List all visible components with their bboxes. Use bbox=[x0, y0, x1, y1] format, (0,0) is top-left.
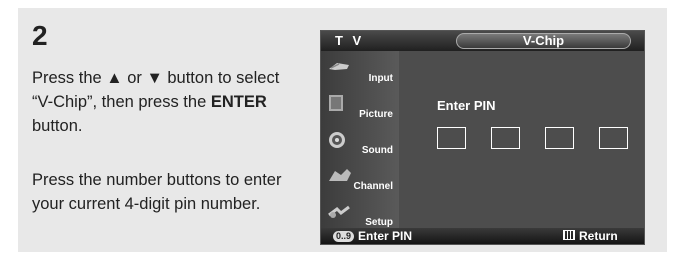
pin-digit-box[interactable] bbox=[545, 127, 574, 149]
menu-button-icon bbox=[563, 230, 575, 240]
footer-enter-pin: 0..9 Enter PIN bbox=[333, 229, 412, 243]
sidebar-item-picture[interactable]: Picture bbox=[321, 89, 399, 123]
enter-button-label: ENTER bbox=[210, 93, 267, 111]
osd-header: T V V-Chip bbox=[321, 31, 644, 51]
sidebar-item-setup[interactable]: Setup bbox=[321, 197, 399, 231]
sidebar-item-label: Setup bbox=[365, 217, 393, 228]
instruction-panel: 2 Press the ▲ or ▼ button to select “V-C… bbox=[18, 8, 667, 252]
sidebar-item-label: Input bbox=[368, 73, 393, 84]
sidebar-item-label: Channel bbox=[353, 181, 393, 192]
number-buttons-icon: 0..9 bbox=[333, 231, 355, 242]
instruction-enter-pin: Press the number buttons to enter your c… bbox=[32, 171, 282, 213]
osd-footer: 0..9 Enter PIN Return bbox=[321, 228, 644, 244]
pin-digit-box[interactable] bbox=[437, 127, 466, 149]
step-number: 2 bbox=[32, 20, 48, 51]
footer-return: Return bbox=[563, 229, 618, 243]
sidebar-item-label: Picture bbox=[359, 109, 393, 120]
pin-label: Enter PIN bbox=[437, 98, 496, 113]
footer-return-label: Return bbox=[579, 229, 618, 243]
tv-label: T V bbox=[335, 33, 365, 48]
pin-digit-box[interactable] bbox=[491, 127, 520, 149]
instruction-text-end: button. bbox=[32, 117, 83, 135]
menu-title: V-Chip bbox=[456, 33, 631, 49]
sound-icon bbox=[329, 132, 345, 148]
pin-digit-box[interactable] bbox=[599, 127, 628, 149]
footer-enter-pin-label: Enter PIN bbox=[358, 229, 413, 243]
osd-content: Enter PIN bbox=[399, 51, 644, 231]
sidebar-item-label: Sound bbox=[361, 145, 393, 156]
sidebar-item-input[interactable]: Input bbox=[321, 53, 399, 87]
tv-osd-screen: T V V-Chip Input Picture Sound Channel S… bbox=[320, 30, 645, 245]
input-icon bbox=[329, 63, 349, 70]
osd-sidebar: Input Picture Sound Channel Setup bbox=[321, 51, 399, 231]
setup-icon bbox=[328, 205, 350, 218]
sidebar-item-channel[interactable]: Channel bbox=[321, 161, 399, 195]
channel-icon bbox=[329, 169, 351, 181]
sidebar-item-sound[interactable]: Sound bbox=[321, 125, 399, 159]
instruction-select-vchip: Press the ▲ or ▼ button to select “V-Chi… bbox=[32, 66, 302, 138]
picture-icon bbox=[329, 95, 343, 111]
